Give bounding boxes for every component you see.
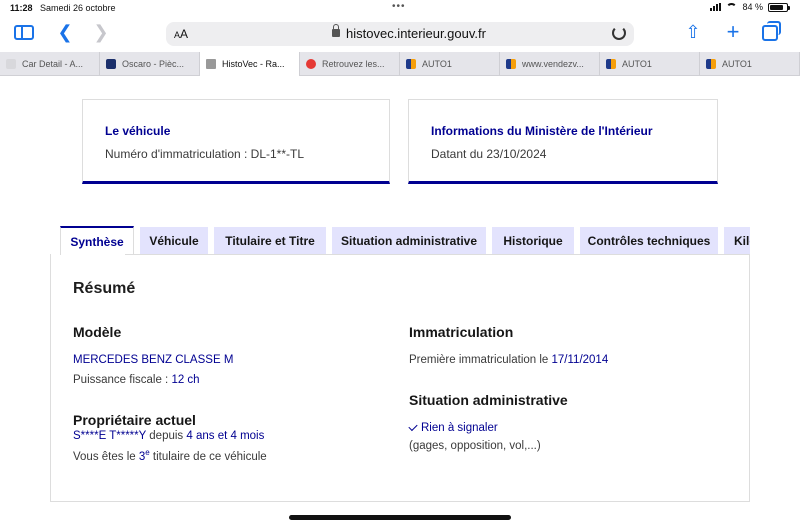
tab-controles-techniques[interactable]: Contrôles techniques xyxy=(580,227,718,255)
ministry-card-date: Datant du 23/10/2024 xyxy=(431,147,547,161)
puissance-fiscale: Puissance fiscale : 12 ch xyxy=(73,374,200,386)
text-size-button[interactable]: AAAA xyxy=(174,27,188,41)
status-date: Samedi 26 octobre xyxy=(40,3,116,13)
status-indicators: 84 % xyxy=(710,2,790,12)
new-tab-icon[interactable]: + xyxy=(722,21,744,44)
tab-historique[interactable]: Historique xyxy=(492,227,574,255)
share-icon[interactable]: ⇧ xyxy=(682,22,704,44)
browser-tab[interactable]: AUTO1 xyxy=(400,52,500,76)
depuis-value: 4 ans et 4 mois xyxy=(186,430,265,442)
browser-tab[interactable]: Retrouvez les... xyxy=(300,52,400,76)
premiere-immatriculation: Première immatriculation le 17/11/2014 xyxy=(409,354,608,366)
tab-overview-icon[interactable] xyxy=(762,21,781,41)
browser-tab-label: www.vendezv... xyxy=(522,59,584,69)
modele-name: MERCEDES BENZ CLASSE M xyxy=(73,354,234,366)
browser-tab[interactable]: www.vendezv... xyxy=(500,52,600,76)
status-bar: 11:28 Samedi 26 octobre ••• 84 % xyxy=(0,0,800,16)
tab-favicon-icon xyxy=(206,59,216,69)
proprietaire-line: S****E T*****Y depuis 4 ans et 4 mois xyxy=(73,430,264,442)
browser-tab-label: Oscaro - Pièc... xyxy=(122,59,185,69)
tab-favicon-icon xyxy=(606,59,616,69)
immat-label: Première immatriculation le xyxy=(409,354,552,366)
lock-icon xyxy=(332,24,340,37)
tab-kilometrage[interactable]: Kilo xyxy=(724,227,750,255)
browser-tab-label: Car Detail - A... xyxy=(22,59,84,69)
tab-vehicule[interactable]: Véhicule xyxy=(140,227,208,255)
tab-favicon-icon xyxy=(506,59,516,69)
vehicle-card-title: Le véhicule xyxy=(105,124,171,138)
situation-note: (gages, opposition, vol,...) xyxy=(409,440,541,452)
tab-favicon-icon xyxy=(6,59,16,69)
depuis-label: depuis xyxy=(146,430,187,442)
immat-date: 17/11/2014 xyxy=(551,354,609,366)
wifi-icon xyxy=(726,3,738,11)
rank-suffix: titulaire de ce véhicule xyxy=(149,450,267,463)
ministry-card: Informations du Ministère de l'Intérieur… xyxy=(408,99,718,184)
back-icon[interactable]: ❮ xyxy=(54,22,76,44)
browser-tab-label: AUTO1 xyxy=(422,59,452,69)
reload-icon[interactable] xyxy=(612,26,626,40)
url-text[interactable]: histovec.interieur.gouv.fr xyxy=(346,26,486,41)
forward-icon[interactable]: ❯ xyxy=(90,22,112,44)
battery-percent: 84 % xyxy=(742,2,763,12)
status-time: 11:28 xyxy=(10,3,33,13)
synthese-panel: Résumé Modèle MERCEDES BENZ CLASSE M Pui… xyxy=(50,254,750,502)
vehicle-card: Le véhicule Numéro d'immatriculation : D… xyxy=(82,99,390,184)
browser-tab[interactable]: AUTO1 xyxy=(700,52,800,76)
tab-favicon-icon xyxy=(706,59,716,69)
browser-tab[interactable]: Car Detail - A... xyxy=(0,52,100,76)
browser-tab-label: HistoVec - Ra... xyxy=(222,59,285,69)
situation-status: Rien à signaler xyxy=(408,421,498,434)
ministry-card-title: Informations du Ministère de l'Intérieur xyxy=(431,124,653,138)
proprietaire-name: S****E T*****Y xyxy=(73,430,147,442)
resume-title: Résumé xyxy=(73,280,136,297)
proprietaire-heading: Propriétaire actuel xyxy=(73,412,196,428)
browser-tab-strip: Car Detail - A... Oscaro - Pièc... HistoVe… xyxy=(0,52,800,76)
vehicle-card-plate: Numéro d'immatriculation : DL-1**-TL xyxy=(105,147,305,161)
battery-level xyxy=(770,4,784,10)
tab-titulaire-et-titre[interactable]: Titulaire et Titre xyxy=(214,227,326,255)
browser-tab-label: Retrouvez les... xyxy=(322,59,385,69)
tab-synthese[interactable]: Synthèse xyxy=(60,226,134,255)
tab-favicon-icon xyxy=(106,59,116,69)
immatriculation-heading: Immatriculation xyxy=(409,324,514,340)
cellular-signal-icon xyxy=(710,3,722,11)
browser-tab[interactable]: HistoVec - Ra... xyxy=(200,52,300,76)
situation-heading: Situation administrative xyxy=(409,392,568,408)
multitask-dots-icon[interactable]: ••• xyxy=(392,1,406,12)
address-bar[interactable]: AAAA histovec.interieur.gouv.fr xyxy=(166,22,634,46)
browser-tab[interactable]: AUTO1 xyxy=(600,52,700,76)
tab-favicon-icon xyxy=(306,59,316,69)
tab-favicon-icon xyxy=(406,59,416,69)
browser-toolbar: ❮ ❯ AAAA histovec.interieur.gouv.fr ⇧ + xyxy=(0,16,800,50)
browser-tab[interactable]: Oscaro - Pièc... xyxy=(100,52,200,76)
page-tabs: Synthèse Véhicule Titulaire et Titre Sit… xyxy=(60,226,750,255)
browser-tab-label: AUTO1 xyxy=(622,59,652,69)
sidebar-toggle-icon[interactable] xyxy=(14,25,34,40)
check-icon xyxy=(408,421,418,432)
situation-status-text: Rien à signaler xyxy=(421,422,498,434)
titulaire-rank: Vous êtes le 3e titulaire de ce véhicule xyxy=(73,448,267,463)
home-indicator[interactable] xyxy=(289,515,511,520)
browser-tab-label: AUTO1 xyxy=(722,59,752,69)
puissance-value: 12 ch xyxy=(171,374,200,386)
tab-situation-administrative[interactable]: Situation administrative xyxy=(332,227,486,255)
puissance-label: Puissance fiscale : xyxy=(73,374,172,386)
rank-prefix: Vous êtes le xyxy=(73,450,139,463)
modele-heading: Modèle xyxy=(73,324,122,340)
battery-icon xyxy=(768,2,790,12)
